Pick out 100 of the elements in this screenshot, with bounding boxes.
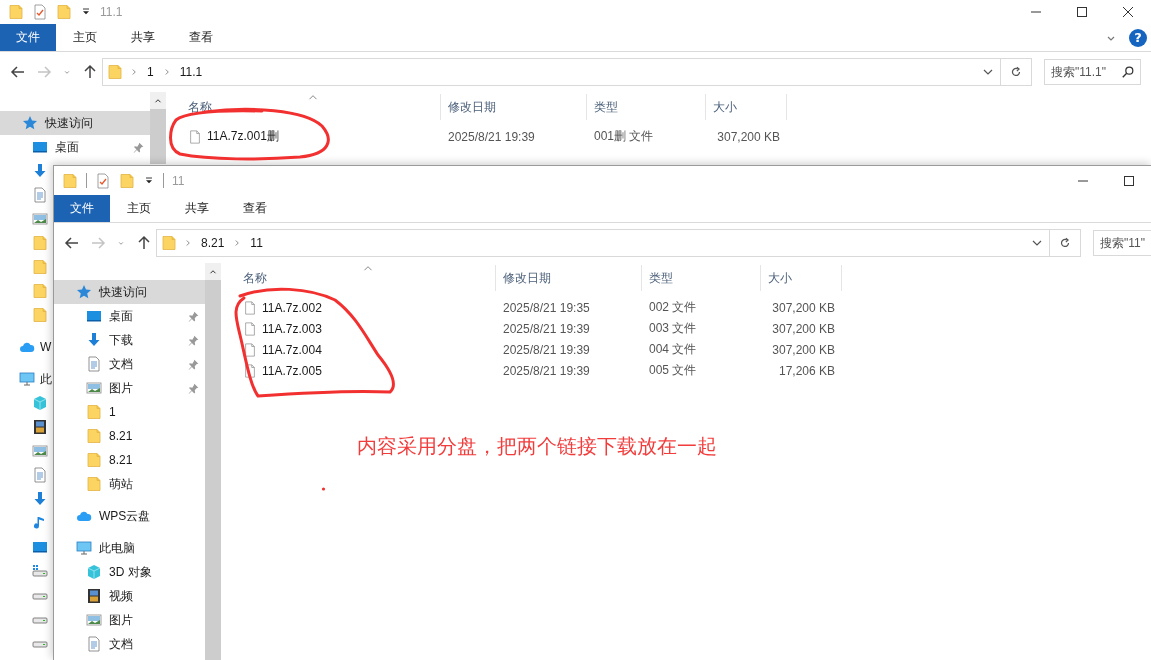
table-cell-text: 2025/8/21 19:39 bbox=[502, 321, 591, 336]
sidebar-item[interactable]: 快速访问 bbox=[54, 280, 205, 304]
maximize-icon[interactable] bbox=[1074, 4, 1090, 20]
breadcrumb[interactable]: 11.1 bbox=[177, 65, 205, 79]
column-header[interactable]: 类型 bbox=[587, 94, 706, 120]
column-header[interactable]: 修改日期 bbox=[441, 94, 587, 120]
table-cell-text: 17,206 KB bbox=[777, 363, 836, 378]
sidebar-item[interactable]: 下载 bbox=[54, 328, 205, 352]
folder-icon bbox=[86, 404, 102, 420]
file-icon bbox=[243, 299, 257, 316]
picture-icon bbox=[86, 612, 102, 628]
file-icon bbox=[243, 320, 257, 337]
up-arrow-icon[interactable] bbox=[82, 64, 98, 80]
star-icon bbox=[22, 115, 38, 131]
column-header[interactable]: 大小 bbox=[761, 265, 842, 291]
document-icon bbox=[32, 467, 48, 483]
address-bar[interactable]: 1 11.1 bbox=[102, 58, 1001, 86]
folder-icon[interactable] bbox=[56, 4, 72, 20]
back-arrow-icon[interactable] bbox=[10, 64, 26, 80]
file-name[interactable]: 11A.7z.002 bbox=[262, 300, 322, 315]
sidebar-item[interactable]: 快速访问 bbox=[0, 111, 150, 135]
refresh-button[interactable] bbox=[1001, 58, 1032, 86]
table-cell-text: 003 文件 bbox=[648, 320, 698, 337]
search-icon[interactable] bbox=[1121, 65, 1135, 79]
file-name[interactable]: 11A.7z.003 bbox=[262, 321, 322, 336]
refresh-icon bbox=[1058, 236, 1072, 250]
sidebar-item[interactable]: 8.21 bbox=[54, 448, 205, 472]
folder-icon bbox=[86, 428, 102, 444]
checklist-icon[interactable] bbox=[95, 172, 111, 189]
file-name[interactable]: 11A.7z.005 bbox=[262, 363, 322, 378]
ribbon-tab[interactable]: 查看 bbox=[172, 24, 230, 51]
table-cell-text: 002 文件 bbox=[648, 299, 698, 316]
folder-icon bbox=[32, 235, 48, 251]
picture-icon bbox=[32, 443, 48, 459]
breadcrumb[interactable]: 8.21 bbox=[199, 236, 227, 250]
search-field[interactable]: 搜索"11" bbox=[1093, 230, 1151, 256]
back-arrow-icon[interactable] bbox=[64, 235, 80, 251]
sidebar-item[interactable]: 此 bbox=[0, 367, 52, 391]
folder-icon[interactable] bbox=[119, 172, 135, 189]
folder-icon[interactable] bbox=[8, 4, 24, 20]
table-cell-text: 2025/8/21 19:35 bbox=[502, 300, 591, 315]
forward-arrow-icon[interactable] bbox=[90, 235, 106, 251]
help-button[interactable]: ? bbox=[1129, 28, 1147, 47]
forward-arrow-icon[interactable] bbox=[36, 64, 52, 80]
window-title: 11.1 bbox=[100, 5, 123, 19]
folder-icon[interactable] bbox=[62, 172, 78, 189]
refresh-button[interactable] bbox=[1050, 229, 1081, 257]
sort-caret-icon bbox=[361, 263, 375, 273]
breadcrumb[interactable]: 1 bbox=[145, 65, 156, 79]
table-cell-text: 307,200 KB bbox=[771, 342, 836, 357]
desktop-icon bbox=[86, 308, 102, 324]
column-header[interactable]: 类型 bbox=[642, 265, 761, 291]
sidebar-item[interactable]: 图片 bbox=[54, 376, 205, 400]
table-cell-text: 2025/8/21 19:39 bbox=[502, 342, 591, 357]
column-header[interactable]: 名称 bbox=[221, 265, 496, 291]
search-field[interactable]: 搜索"11.1" bbox=[1044, 59, 1141, 85]
scrollbar[interactable] bbox=[150, 92, 166, 164]
refresh-icon bbox=[1009, 65, 1023, 79]
ribbon-tab[interactable]: 主页 bbox=[56, 24, 114, 51]
annotation-dot bbox=[321, 487, 326, 491]
table-cell-text: 2025/8/21 19:39 bbox=[447, 129, 536, 144]
sidebar-item[interactable]: 萌站 bbox=[54, 472, 205, 496]
close-icon[interactable] bbox=[1120, 4, 1136, 20]
desktop-icon bbox=[32, 539, 48, 555]
sidebar-item[interactable]: 视频 bbox=[54, 584, 205, 608]
folder-icon bbox=[32, 307, 48, 323]
sidebar-item[interactable]: 桌面 bbox=[54, 304, 205, 328]
sidebar-item[interactable]: W bbox=[0, 335, 52, 359]
window-title: 11 bbox=[172, 173, 185, 188]
cube-icon bbox=[32, 395, 48, 411]
column-header[interactable]: 修改日期 bbox=[496, 265, 642, 291]
cube-icon bbox=[86, 564, 102, 580]
breadcrumb[interactable]: 11 bbox=[248, 236, 265, 250]
sidebar-item[interactable]: 图片 bbox=[54, 608, 205, 632]
file-menu-tab[interactable]: 文件 bbox=[54, 195, 110, 222]
folder-icon bbox=[86, 476, 102, 492]
scrollbar-thumb[interactable] bbox=[150, 109, 166, 164]
sidebar-item[interactable]: 3D 对象 bbox=[54, 560, 205, 584]
sidebar-item[interactable]: 1 bbox=[54, 400, 205, 424]
film-icon bbox=[86, 588, 102, 604]
checklist-icon[interactable] bbox=[32, 4, 48, 20]
sidebar-item[interactable]: 此电脑 bbox=[54, 536, 205, 560]
ribbon-tab[interactable]: 查看 bbox=[226, 195, 284, 222]
ribbon-tab[interactable]: 共享 bbox=[168, 195, 226, 222]
sidebar-item[interactable]: 文档 bbox=[54, 632, 205, 656]
ribbon-tab[interactable]: 主页 bbox=[110, 195, 168, 222]
ribbon-tab[interactable]: 共享 bbox=[114, 24, 172, 51]
sidebar-item[interactable]: 8.21 bbox=[54, 424, 205, 448]
sidebar-item[interactable]: 文档 bbox=[54, 352, 205, 376]
column-header[interactable]: 大小 bbox=[706, 94, 787, 120]
file-name[interactable]: 11A.7z.004 bbox=[262, 342, 322, 357]
address-bar[interactable]: 8.21 11 bbox=[156, 229, 1050, 257]
sidebar-item[interactable]: WPS云盘 bbox=[54, 504, 205, 528]
up-arrow-icon[interactable] bbox=[136, 235, 152, 251]
sidebar-item[interactable]: 桌面 bbox=[0, 135, 150, 159]
file-menu-tab[interactable]: 文件 bbox=[0, 24, 56, 51]
monitor-icon bbox=[76, 540, 92, 556]
file-name[interactable]: 11A.7z.001删 bbox=[207, 128, 279, 145]
sort-caret-icon bbox=[306, 92, 320, 102]
folder-icon bbox=[161, 235, 177, 251]
